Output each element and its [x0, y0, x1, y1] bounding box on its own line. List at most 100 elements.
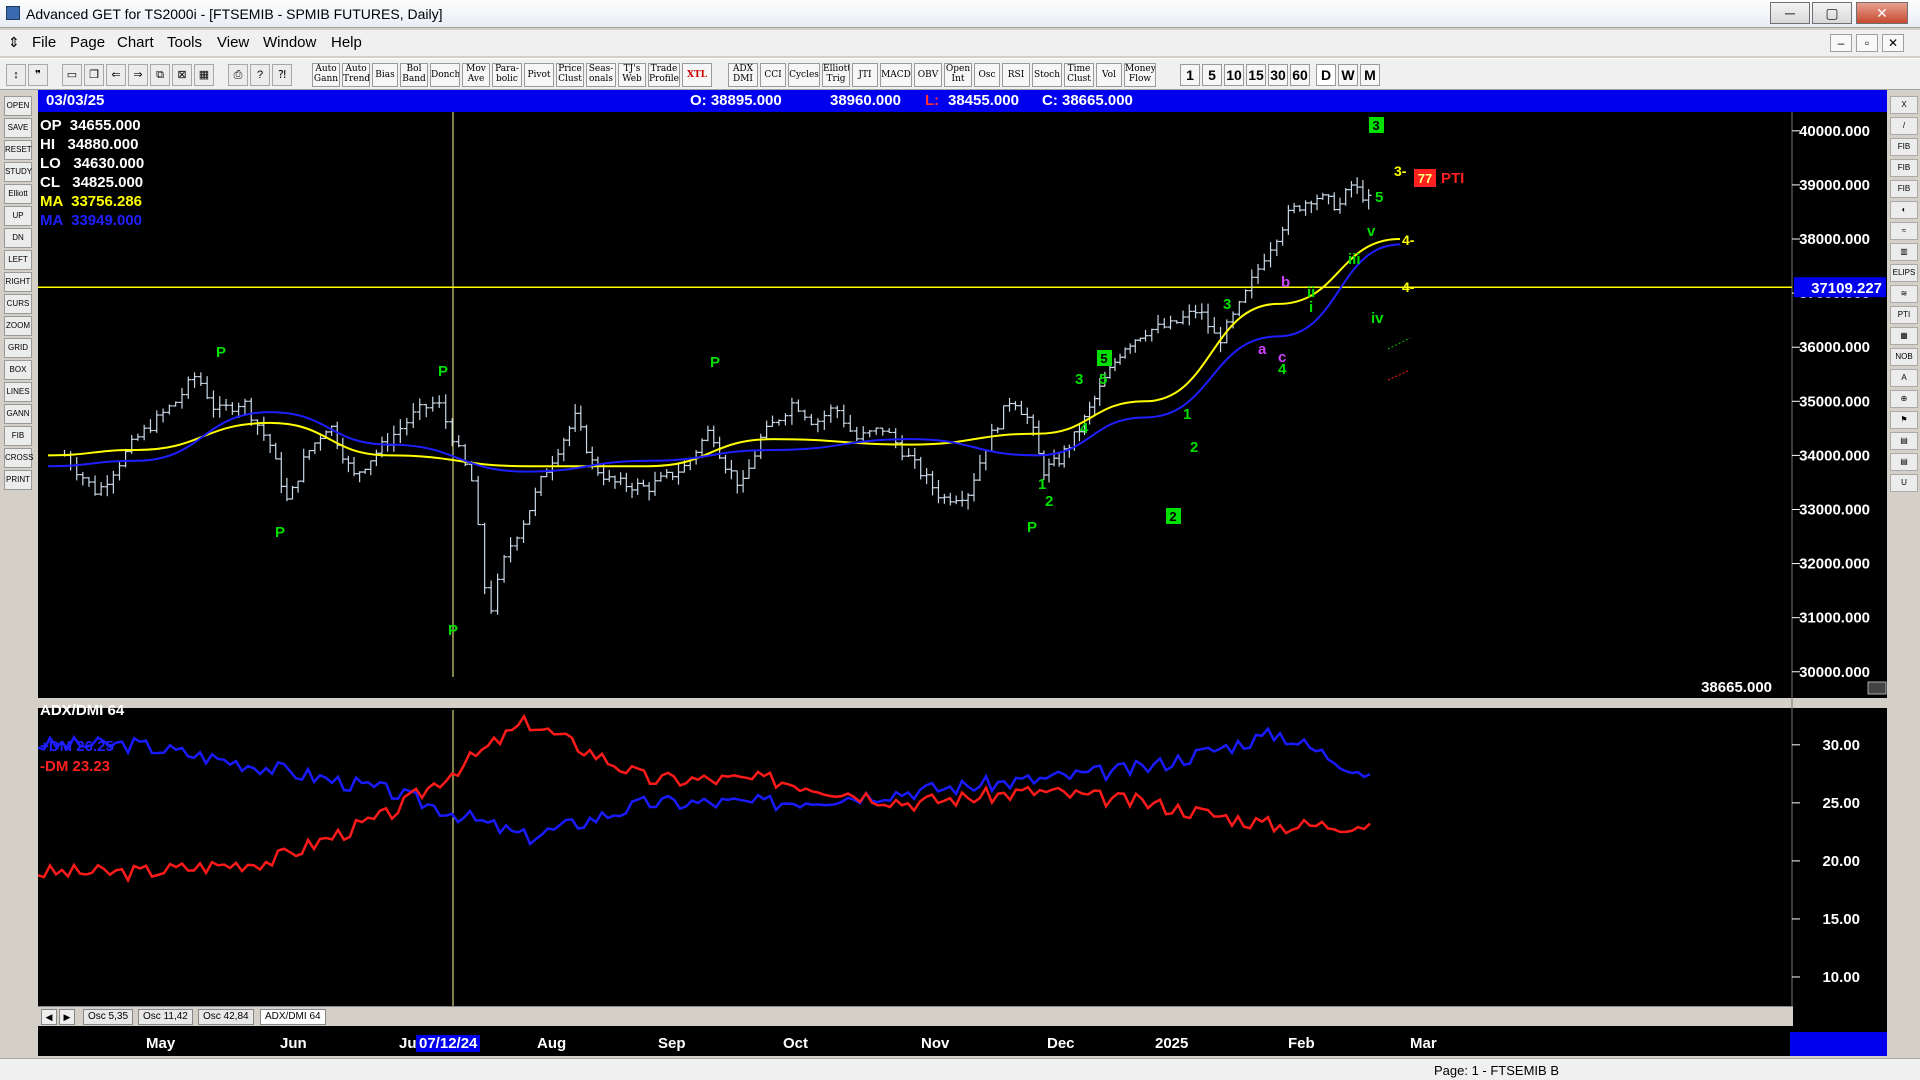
left-tool-up-icon[interactable]: UP	[4, 206, 32, 226]
interval-monthly-button[interactable]: M	[1360, 64, 1380, 86]
study-auto-trend-button[interactable]: Auto Trend	[342, 63, 370, 87]
study-osc-button[interactable]: Osc	[974, 63, 1000, 87]
new-icon[interactable]: ▭	[62, 64, 82, 86]
forward-icon[interactable]: ⇒	[128, 64, 148, 86]
quote-tool-icon[interactable]: ❞	[28, 64, 48, 86]
mdi-close-button[interactable]: ✕	[1882, 34, 1904, 52]
right-tool-17-icon[interactable]: ▤	[1890, 453, 1918, 471]
study-macd-button[interactable]: MACD	[880, 63, 912, 87]
tab-osc-5-35[interactable]: Osc 5,35	[83, 1009, 134, 1025]
right-tool-9-icon[interactable]: ≋	[1890, 285, 1918, 303]
right-tool-18-icon[interactable]: U	[1890, 474, 1918, 492]
left-tool-open-icon[interactable]: OPEN	[4, 96, 32, 116]
tab-adx-dmi-64[interactable]: ADX/DMI 64	[260, 1009, 326, 1025]
help-cursor-icon[interactable]: ⁈	[272, 64, 292, 86]
menu-file[interactable]: File	[32, 34, 56, 51]
study-vol-button[interactable]: Vol	[1096, 63, 1122, 87]
study-bias-button[interactable]: Bias	[372, 63, 398, 87]
study-rsi-button[interactable]: RSI	[1002, 63, 1030, 87]
mdi-minimize-button[interactable]: ‒	[1830, 34, 1852, 52]
left-tool-lines-icon[interactable]: LINES	[4, 382, 32, 402]
right-tool-2-icon[interactable]: FIB RET	[1890, 138, 1918, 167]
cursor-tool-icon[interactable]: ↕	[6, 64, 26, 86]
study-cci-button[interactable]: CCI	[760, 63, 786, 87]
right-tool-11-icon[interactable]: ▦	[1890, 327, 1918, 345]
study-elliott-trig-button[interactable]: Elliott Trig	[822, 63, 850, 87]
mdi-icon[interactable]: ⇕	[8, 34, 20, 51]
interval-15-button[interactable]: 15	[1246, 64, 1266, 86]
study-obv-button[interactable]: OBV	[914, 63, 942, 87]
copy-icon[interactable]: ❐	[84, 64, 104, 86]
close-button[interactable]: ✕	[1856, 2, 1908, 24]
delete-icon[interactable]: ⊠	[172, 64, 192, 86]
interval-daily-button[interactable]: D	[1316, 64, 1336, 86]
tile-icon[interactable]: ⧉	[150, 64, 170, 86]
right-tool-4-icon[interactable]: FIB TIME	[1890, 180, 1918, 209]
study-donch-button[interactable]: Donch	[430, 63, 460, 87]
study-bol-band-button[interactable]: Bol Band	[400, 63, 428, 87]
back-icon[interactable]: ⇐	[106, 64, 126, 86]
study-pivot-button[interactable]: Pivot	[524, 63, 554, 87]
interval-30-button[interactable]: 30	[1268, 64, 1288, 86]
study-auto-gann-button[interactable]: Auto Gann	[312, 63, 340, 87]
left-tool-dn-icon[interactable]: DN	[4, 228, 32, 248]
right-tool-15-icon[interactable]: ⚑	[1890, 411, 1918, 429]
left-tool-box-icon[interactable]: BOX	[4, 360, 32, 380]
study-jti-button[interactable]: JTI	[852, 63, 878, 87]
info-icon[interactable]: ?	[250, 64, 270, 86]
study-money-flow-button[interactable]: Money Flow	[1124, 63, 1156, 87]
left-tool-fib-icon[interactable]: FIB	[4, 426, 32, 446]
left-tool-right-icon[interactable]: RIGHT	[4, 272, 32, 292]
study-parabolic-button[interactable]: Para-bolic	[492, 63, 522, 87]
layout-icon[interactable]: ▦	[194, 64, 214, 86]
menu-help[interactable]: Help	[331, 34, 362, 51]
study-time-clust-button[interactable]: Time Clust	[1064, 63, 1094, 87]
right-tool-1-icon[interactable]: /	[1890, 117, 1918, 135]
menu-view[interactable]: View	[217, 34, 249, 51]
menu-tools[interactable]: Tools	[167, 34, 202, 51]
interval-10-button[interactable]: 10	[1224, 64, 1244, 86]
menu-page[interactable]: Page	[70, 34, 105, 51]
study-adx-dmi-button[interactable]: ADX DMI	[728, 63, 758, 87]
study-trade-profile-button[interactable]: Trade Profile	[648, 63, 680, 87]
right-tool-3-icon[interactable]: FIB EXT	[1890, 159, 1918, 188]
menu-window[interactable]: Window	[263, 34, 316, 51]
left-tool-gann-icon[interactable]: GANN	[4, 404, 32, 424]
left-tool-study-icon[interactable]: STUDY	[4, 162, 32, 182]
left-tool-elliott-icon[interactable]: Elliott	[4, 184, 32, 204]
study-stoch-button[interactable]: Stoch	[1032, 63, 1062, 87]
right-tool-6-icon[interactable]: ≈	[1890, 222, 1918, 240]
left-tool-curs-icon[interactable]: CURS	[4, 294, 32, 314]
right-tool-7-icon[interactable]: ▥	[1890, 243, 1918, 261]
interval-5-button[interactable]: 5	[1202, 64, 1222, 86]
left-tool-print-icon[interactable]: PRINT	[4, 470, 32, 490]
left-tool-reset-icon[interactable]: RESET	[4, 140, 32, 160]
right-tool-16-icon[interactable]: ▤	[1890, 432, 1918, 450]
tab-scroll-right-icon[interactable]: ▶	[59, 1009, 75, 1025]
study-mov-ave-button[interactable]: Mov Ave	[462, 63, 490, 87]
menu-chart[interactable]: Chart	[117, 34, 154, 51]
left-tool-zoom-icon[interactable]: ZOOM	[4, 316, 32, 336]
chart-canvas[interactable]: 40000.00039000.00038000.00037000.0003600…	[38, 112, 1887, 1006]
tab-osc-42-84[interactable]: Osc 42,84	[198, 1009, 254, 1025]
study-xtl-button[interactable]: XTL	[682, 63, 712, 87]
tab-scroll-left-icon[interactable]: ◀	[41, 1009, 57, 1025]
maximize-button[interactable]: ▢	[1812, 2, 1852, 24]
right-tool-0-icon[interactable]: X	[1890, 96, 1918, 114]
study-price-clust-button[interactable]: Price Clust	[556, 63, 584, 87]
right-tool-13-icon[interactable]: A	[1890, 369, 1918, 387]
study-seasonals-button[interactable]: Seas-onals	[586, 63, 616, 87]
study-open-int-button[interactable]: Open Int	[944, 63, 972, 87]
left-tool-grid-icon[interactable]: GRID	[4, 338, 32, 358]
tab-osc-11-42[interactable]: Osc 11,42	[138, 1009, 193, 1025]
left-tool-save-icon[interactable]: SAVE	[4, 118, 32, 138]
left-tool-cross-icon[interactable]: CROSS	[4, 448, 33, 468]
left-tool-left-icon[interactable]: LEFT	[4, 250, 32, 270]
minimize-button[interactable]: ─	[1770, 2, 1810, 24]
interval-weekly-button[interactable]: W	[1338, 64, 1358, 86]
interval-60-button[interactable]: 60	[1290, 64, 1310, 86]
study-tjs-web-button[interactable]: TJ's Web	[618, 63, 646, 87]
interval-1-button[interactable]: 1	[1180, 64, 1200, 86]
study-cycles-button[interactable]: Cycles	[788, 63, 820, 87]
right-tool-12-icon[interactable]: NOB	[1890, 348, 1918, 366]
